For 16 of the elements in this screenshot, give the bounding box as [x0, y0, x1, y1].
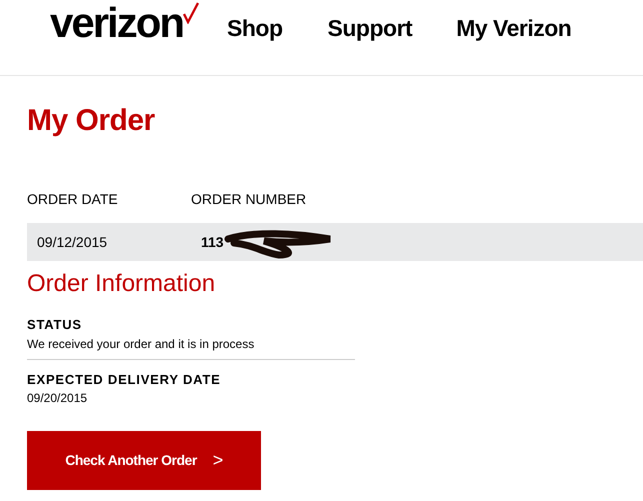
- table-cell-text: 09/12/2015: [37, 232, 108, 252]
- column-header: ORDER DATE: [27, 190, 119, 209]
- nav-link[interactable]: My Verizon: [456, 11, 572, 46]
- field-value: We received your order and it is in process: [27, 336, 256, 353]
- nav-link[interactable]: Shop: [227, 11, 283, 46]
- field-label: EXPECTED DELIVERY DATE: [27, 370, 222, 389]
- section-title: Order Information: [27, 271, 216, 298]
- logo[interactable]: verizon: [50, 2, 184, 44]
- field-value: 09/20/2015: [27, 390, 88, 408]
- page-title: My Order: [27, 103, 156, 139]
- check-mark-icon: [183, 2, 200, 24]
- column-header: ORDER NUMBER: [191, 190, 306, 209]
- table-cell-text: 113: [201, 232, 224, 252]
- check-another-order-button[interactable]: Check Another Order >: [27, 431, 261, 490]
- field-label: STATUS: [27, 316, 83, 334]
- nav-link[interactable]: Support: [328, 11, 412, 46]
